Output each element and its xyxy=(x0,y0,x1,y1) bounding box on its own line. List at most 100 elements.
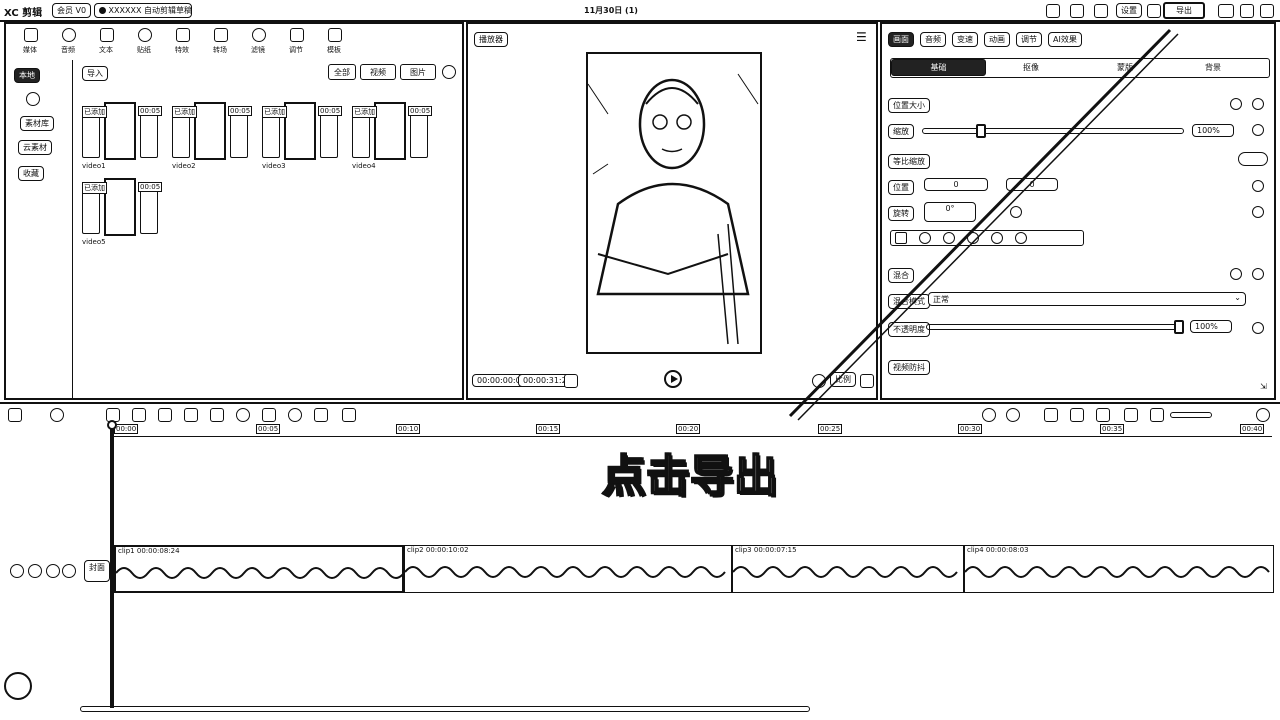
video-preview[interactable] xyxy=(586,52,762,354)
filter-video-button[interactable]: 视频 xyxy=(360,64,396,80)
shortcut-icon[interactable] xyxy=(1070,4,1084,18)
opacity-slider[interactable] xyxy=(926,324,1180,330)
crop-icon[interactable] xyxy=(314,408,328,422)
menu-icon[interactable]: ☰ xyxy=(856,30,867,44)
media-thumb[interactable]: 已添加 00:05 video2 xyxy=(172,102,253,170)
track-visible-icon[interactable] xyxy=(28,564,42,578)
zoom-clip-icon[interactable] xyxy=(342,408,356,422)
list-icon[interactable] xyxy=(564,374,578,388)
close-icon[interactable] xyxy=(1260,4,1274,18)
media-thumb[interactable]: 已添加 00:05 video1 xyxy=(82,102,163,170)
timeline-clip[interactable]: clip3 00:00:07:15 xyxy=(732,545,964,593)
tool-transition[interactable]: 转场 xyxy=(210,28,234,58)
filter-image-button[interactable]: 图片 xyxy=(400,64,436,80)
tab-animation[interactable]: 动画 xyxy=(984,32,1010,47)
sidebar-item-import[interactable] xyxy=(26,92,40,106)
tab-ai-effects[interactable]: AI效果 xyxy=(1048,32,1082,47)
timeline-collapse-icon[interactable] xyxy=(4,672,32,700)
tab-speed[interactable]: 变速 xyxy=(952,32,978,47)
scale-slider-knob[interactable] xyxy=(976,124,986,138)
split-left-icon[interactable] xyxy=(132,408,146,422)
anti-shake-checkbox[interactable]: 视频防抖 xyxy=(888,360,930,375)
tool-media[interactable]: 媒体 xyxy=(20,28,44,58)
zoom-out-icon[interactable] xyxy=(1150,408,1164,422)
share-icon[interactable] xyxy=(1094,4,1108,18)
undo-icon[interactable] xyxy=(8,408,22,422)
settings-badge[interactable]: 设置 xyxy=(1116,3,1142,18)
sidebar-item-cloud[interactable]: 云素材 xyxy=(18,140,52,155)
media-thumb[interactable]: 已添加 00:05 video3 xyxy=(262,102,343,170)
sidebar-item-local[interactable]: 本地 xyxy=(14,68,40,83)
tool-template[interactable]: 模板 xyxy=(324,28,348,58)
timeline-horizontal-scrollbar[interactable] xyxy=(80,706,810,712)
tab-adjust[interactable]: 调节 xyxy=(1016,32,1042,47)
timeline-clip[interactable]: clip4 00:00:08:03 xyxy=(964,545,1274,593)
tab-audio[interactable]: 音频 xyxy=(920,32,946,47)
tool-audio[interactable]: 音频 xyxy=(58,28,82,58)
mirror-icon[interactable] xyxy=(262,408,276,422)
timeline-clip[interactable]: clip2 00:00:10:02 xyxy=(404,545,732,593)
preview-axis-icon[interactable] xyxy=(1070,408,1084,422)
project-name-field[interactable]: XXXXXX 自动剪辑草稿 xyxy=(94,3,192,18)
subtab-keying[interactable]: 抠像 xyxy=(1023,62,1039,73)
position-x-field[interactable]: 0 xyxy=(924,178,988,191)
refresh-icon[interactable] xyxy=(442,65,456,79)
align-bottom-icon[interactable] xyxy=(1015,232,1027,244)
tool-sticker[interactable]: 贴纸 xyxy=(134,28,158,58)
sidebar-item-favorites[interactable]: 收藏 xyxy=(18,166,44,181)
timeline-zoom-slider[interactable] xyxy=(1170,412,1212,418)
zoom-icon[interactable] xyxy=(812,374,826,388)
align-top-icon[interactable] xyxy=(967,232,979,244)
redo-icon[interactable] xyxy=(50,408,64,422)
track-more-icon[interactable] xyxy=(62,564,76,578)
link-icon[interactable] xyxy=(1044,408,1058,422)
blend-reset-icon[interactable] xyxy=(1230,268,1242,280)
scale-keyframe-icon[interactable] xyxy=(1252,124,1264,136)
rotate-field[interactable]: 0° xyxy=(924,202,976,222)
rotate-icon[interactable] xyxy=(288,408,302,422)
subtab-basic[interactable]: 基础 xyxy=(891,59,986,76)
sidebar-item-library[interactable]: 素材库 xyxy=(20,116,54,131)
tab-picture[interactable]: 画面 xyxy=(888,32,914,47)
resize-grip-icon[interactable]: ⇲ xyxy=(1260,382,1267,391)
align-middle-icon[interactable] xyxy=(991,232,1003,244)
tool-adjust[interactable]: 调节 xyxy=(286,28,310,58)
timeline-settings-icon[interactable] xyxy=(1256,408,1270,422)
cover-button[interactable]: 封面 xyxy=(84,560,110,582)
layout-icon[interactable] xyxy=(1046,4,1060,18)
subtab-background[interactable]: 背景 xyxy=(1205,62,1221,73)
align-left-icon[interactable] xyxy=(895,232,907,244)
export-button[interactable]: 导出 xyxy=(1163,2,1205,19)
tool-filter[interactable]: 滤镜 xyxy=(248,28,272,58)
uniform-scale-toggle[interactable] xyxy=(1238,152,1268,166)
position-keyframe-icon[interactable] xyxy=(1252,180,1264,192)
track-mute-icon[interactable] xyxy=(46,564,60,578)
split-right-icon[interactable] xyxy=(158,408,172,422)
play-icon[interactable] xyxy=(664,370,682,388)
subtab-mask[interactable]: 蒙版 xyxy=(1117,62,1133,73)
fit-icon[interactable] xyxy=(1124,408,1138,422)
maximize-icon[interactable] xyxy=(1240,4,1254,18)
user-icon[interactable] xyxy=(1147,4,1161,18)
media-thumb[interactable]: 已添加 00:05 video5 xyxy=(82,178,163,246)
timeline-clip[interactable]: clip1 00:00:08:24 xyxy=(114,545,404,593)
reverse-icon[interactable] xyxy=(236,408,250,422)
blend-mode-select[interactable]: 正常 ⌄ xyxy=(928,292,1246,306)
tool-effects[interactable]: 特效 xyxy=(172,28,196,58)
tool-text[interactable]: 文本 xyxy=(96,28,120,58)
freeze-icon[interactable] xyxy=(210,408,224,422)
align-center-icon[interactable] xyxy=(919,232,931,244)
media-thumb[interactable]: 已添加 00:05 video4 xyxy=(352,102,433,170)
snap-icon[interactable] xyxy=(1096,408,1110,422)
member-badge[interactable]: 会员 V0 xyxy=(52,3,92,18)
ratio-button[interactable]: 比例 xyxy=(830,372,856,387)
scale-value[interactable]: 100% xyxy=(1192,124,1234,137)
delete-icon[interactable] xyxy=(184,408,198,422)
keyframe-icon[interactable] xyxy=(1252,98,1264,110)
minimize-icon[interactable] xyxy=(1218,4,1234,18)
import-button[interactable]: 导入 xyxy=(82,66,108,81)
position-y-field[interactable]: 0 xyxy=(1006,178,1058,191)
fullscreen-icon[interactable] xyxy=(860,374,874,388)
align-right-icon[interactable] xyxy=(943,232,955,244)
playhead-handle[interactable] xyxy=(107,420,117,430)
